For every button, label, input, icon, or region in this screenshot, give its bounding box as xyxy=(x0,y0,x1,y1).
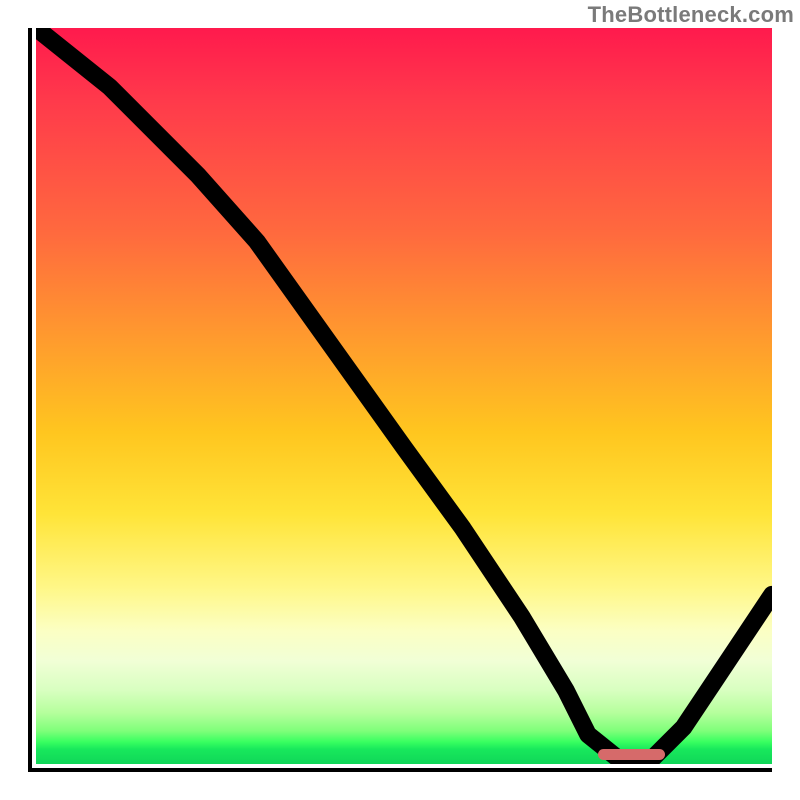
optimal-range-marker xyxy=(598,749,665,760)
watermark-text: TheBottleneck.com xyxy=(588,2,794,28)
plot-area xyxy=(28,28,772,772)
bottleneck-curve xyxy=(36,28,772,764)
chart-root: TheBottleneck.com xyxy=(0,0,800,800)
